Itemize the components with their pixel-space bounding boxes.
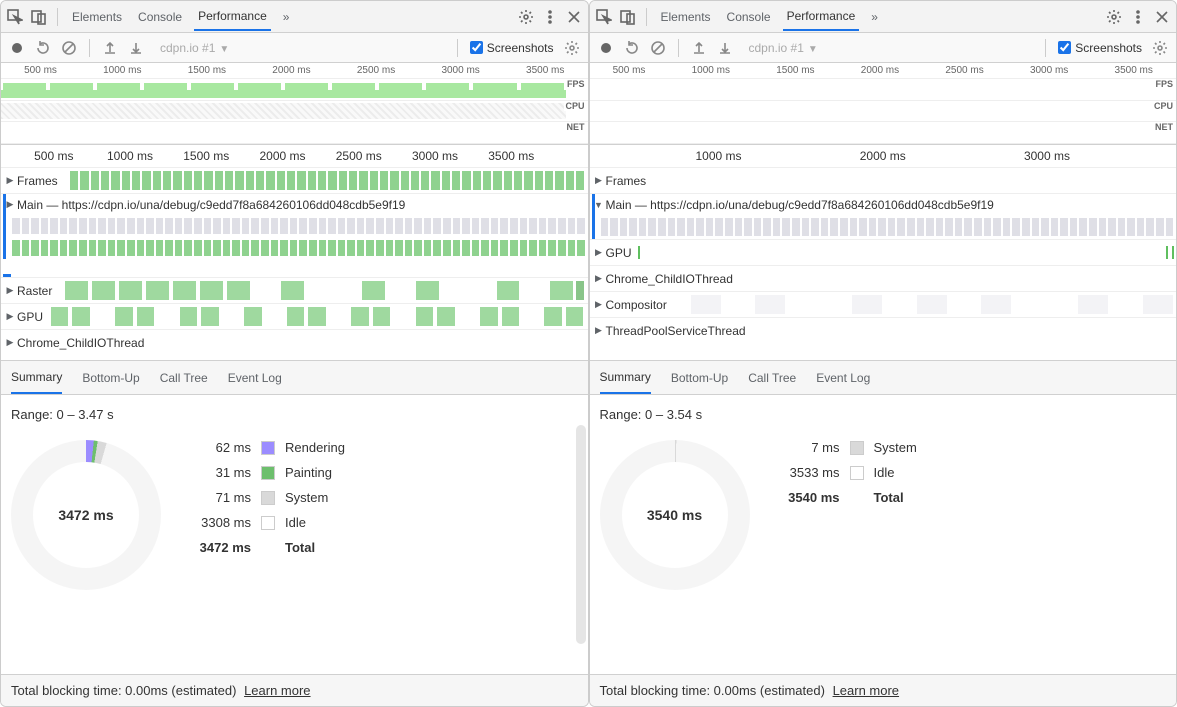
record-icon[interactable]: [598, 40, 614, 56]
close-icon[interactable]: [566, 9, 582, 25]
range-text: Range: 0 – 3.54 s: [600, 407, 1167, 422]
legend-item: 7 msSystem: [774, 440, 917, 455]
devtools-panel-left: Elements Console Performance » cdpn.io #…: [0, 0, 589, 707]
perf-toolbar: cdpn.io #1▼ Screenshots: [590, 33, 1177, 63]
inspect-icon[interactable]: [596, 9, 612, 25]
overview-fps: FPS: [590, 79, 1177, 101]
legend-item: 3533 msIdle: [774, 465, 917, 480]
clear-icon[interactable]: [61, 40, 77, 56]
legend-total: 3472 msTotal: [185, 540, 345, 555]
footer: Total blocking time: 0.00ms (estimated) …: [590, 674, 1177, 706]
legend-item: 3308 msIdle: [185, 515, 345, 530]
overview-timeline[interactable]: 500 ms1000 ms1500 ms2000 ms2500 ms3000 m…: [1, 63, 588, 145]
overview-net: NET: [590, 122, 1177, 144]
tab-bottom-up[interactable]: Bottom-Up: [82, 363, 139, 393]
close-icon[interactable]: [1154, 9, 1170, 25]
screenshots-checkbox[interactable]: Screenshots: [470, 41, 554, 55]
tab-call-tree[interactable]: Call Tree: [748, 363, 796, 393]
kebab-icon[interactable]: [1130, 9, 1146, 25]
overview-timeline[interactable]: 500 ms1000 ms1500 ms2000 ms2500 ms3000 m…: [590, 63, 1177, 145]
top-tabs: Elements Console Performance »: [1, 1, 588, 33]
tab-event-log[interactable]: Event Log: [816, 363, 870, 393]
record-icon[interactable]: [9, 40, 25, 56]
summary-donut: 3540 ms: [600, 440, 750, 590]
learn-more-link[interactable]: Learn more: [244, 683, 310, 698]
row-frames[interactable]: ▶Frames: [1, 167, 588, 193]
row-main-bars1: [1, 215, 588, 237]
tab-bottom-up[interactable]: Bottom-Up: [671, 363, 728, 393]
inspect-icon[interactable]: [7, 9, 23, 25]
download-icon[interactable]: [717, 40, 733, 56]
summary-tabs: Summary Bottom-Up Call Tree Event Log: [590, 361, 1177, 395]
overview-ticks: 500 ms1000 ms1500 ms2000 ms2500 ms3000 m…: [1, 63, 588, 79]
overview-fps: FPS: [1, 79, 588, 101]
summary-body: Range: 0 – 3.47 s 3472 ms 62 msRendering…: [1, 395, 588, 674]
row-childio[interactable]: ▶Chrome_ChildIOThread: [1, 329, 588, 355]
upload-icon[interactable]: [691, 40, 707, 56]
reload-icon[interactable]: [35, 40, 51, 56]
row-main-bars2: [1, 237, 588, 259]
tab-summary[interactable]: Summary: [11, 362, 62, 394]
perf-toolbar: cdpn.io #1▼ Screenshots: [1, 33, 588, 63]
detail-ticks: 500 ms1000 ms1500 ms2000 ms2500 ms3000 m…: [1, 145, 588, 167]
row-raster[interactable]: ▶Raster: [1, 277, 588, 303]
tab-call-tree[interactable]: Call Tree: [160, 363, 208, 393]
scrollbar[interactable]: [576, 425, 586, 644]
row-frames[interactable]: ▶Frames: [590, 167, 1177, 193]
overview-cpu: CPU: [1, 101, 588, 123]
upload-icon[interactable]: [102, 40, 118, 56]
tab-performance[interactable]: Performance: [194, 3, 271, 31]
row-gpu[interactable]: ▶GPU: [590, 239, 1177, 265]
detail-ticks: 1000 ms2000 ms3000 ms: [590, 145, 1177, 167]
download-icon[interactable]: [128, 40, 144, 56]
clear-icon[interactable]: [650, 40, 666, 56]
kebab-icon[interactable]: [542, 9, 558, 25]
summary-body: Range: 0 – 3.54 s 3540 ms 7 msSystem 3533…: [590, 395, 1177, 674]
legend-item: 31 msPainting: [185, 465, 345, 480]
flame-chart[interactable]: 500 ms1000 ms1500 ms2000 ms2500 ms3000 m…: [1, 145, 588, 361]
summary-legend: 62 msRendering 31 msPainting 71 msSystem 33…: [185, 440, 345, 555]
tab-console[interactable]: Console: [134, 4, 186, 30]
gear-icon[interactable]: [518, 9, 534, 25]
recording-url[interactable]: cdpn.io #1▼: [749, 41, 1034, 55]
legend-total: 3540 msTotal: [774, 490, 917, 505]
reload-icon[interactable]: [624, 40, 640, 56]
overview-ticks: 500 ms1000 ms1500 ms2000 ms2500 ms3000 m…: [590, 63, 1177, 79]
device-icon[interactable]: [31, 9, 47, 25]
row-main[interactable]: ▼Main — https://cdpn.io/una/debug/c9edd7…: [590, 193, 1177, 215]
tab-performance[interactable]: Performance: [783, 3, 860, 31]
row-main[interactable]: ▶Main — https://cdpn.io/una/debug/c9edd7…: [1, 193, 588, 215]
tab-elements[interactable]: Elements: [657, 4, 715, 30]
gear-icon[interactable]: [564, 40, 580, 56]
tab-more[interactable]: »: [867, 4, 882, 30]
top-tabs: Elements Console Performance »: [590, 1, 1177, 33]
overview-cpu: CPU: [590, 101, 1177, 123]
summary-tabs: Summary Bottom-Up Call Tree Event Log: [1, 361, 588, 395]
tab-elements[interactable]: Elements: [68, 4, 126, 30]
tab-console[interactable]: Console: [723, 4, 775, 30]
recording-url[interactable]: cdpn.io #1▼: [160, 41, 445, 55]
legend-item: 71 msSystem: [185, 490, 345, 505]
summary-donut: 3472 ms: [11, 440, 161, 590]
row-gpu[interactable]: ▶GPU: [1, 303, 588, 329]
tab-event-log[interactable]: Event Log: [228, 363, 282, 393]
footer: Total blocking time: 0.00ms (estimated) …: [1, 674, 588, 706]
devtools-panel-right: Elements Console Performance » cdpn.io #…: [589, 0, 1177, 707]
overview-net: NET: [1, 122, 588, 144]
row-main-bars: [590, 215, 1177, 239]
legend-item: 62 msRendering: [185, 440, 345, 455]
learn-more-link[interactable]: Learn more: [833, 683, 899, 698]
range-text: Range: 0 – 3.47 s: [11, 407, 578, 422]
gear-icon[interactable]: [1106, 9, 1122, 25]
flame-chart[interactable]: 1000 ms2000 ms3000 ms ▶Frames ▼Main — ht…: [590, 145, 1177, 361]
row-threadpool[interactable]: ▶ThreadPoolServiceThread: [590, 317, 1177, 343]
gear-icon[interactable]: [1152, 40, 1168, 56]
screenshots-checkbox[interactable]: Screenshots: [1058, 41, 1142, 55]
row-childio[interactable]: ▶Chrome_ChildIOThread: [590, 265, 1177, 291]
row-compositor[interactable]: ▶Compositor: [590, 291, 1177, 317]
device-icon[interactable]: [620, 9, 636, 25]
tab-summary[interactable]: Summary: [600, 362, 651, 394]
summary-legend: 7 msSystem 3533 msIdle 3540 msTotal: [774, 440, 917, 505]
tab-more[interactable]: »: [279, 4, 294, 30]
